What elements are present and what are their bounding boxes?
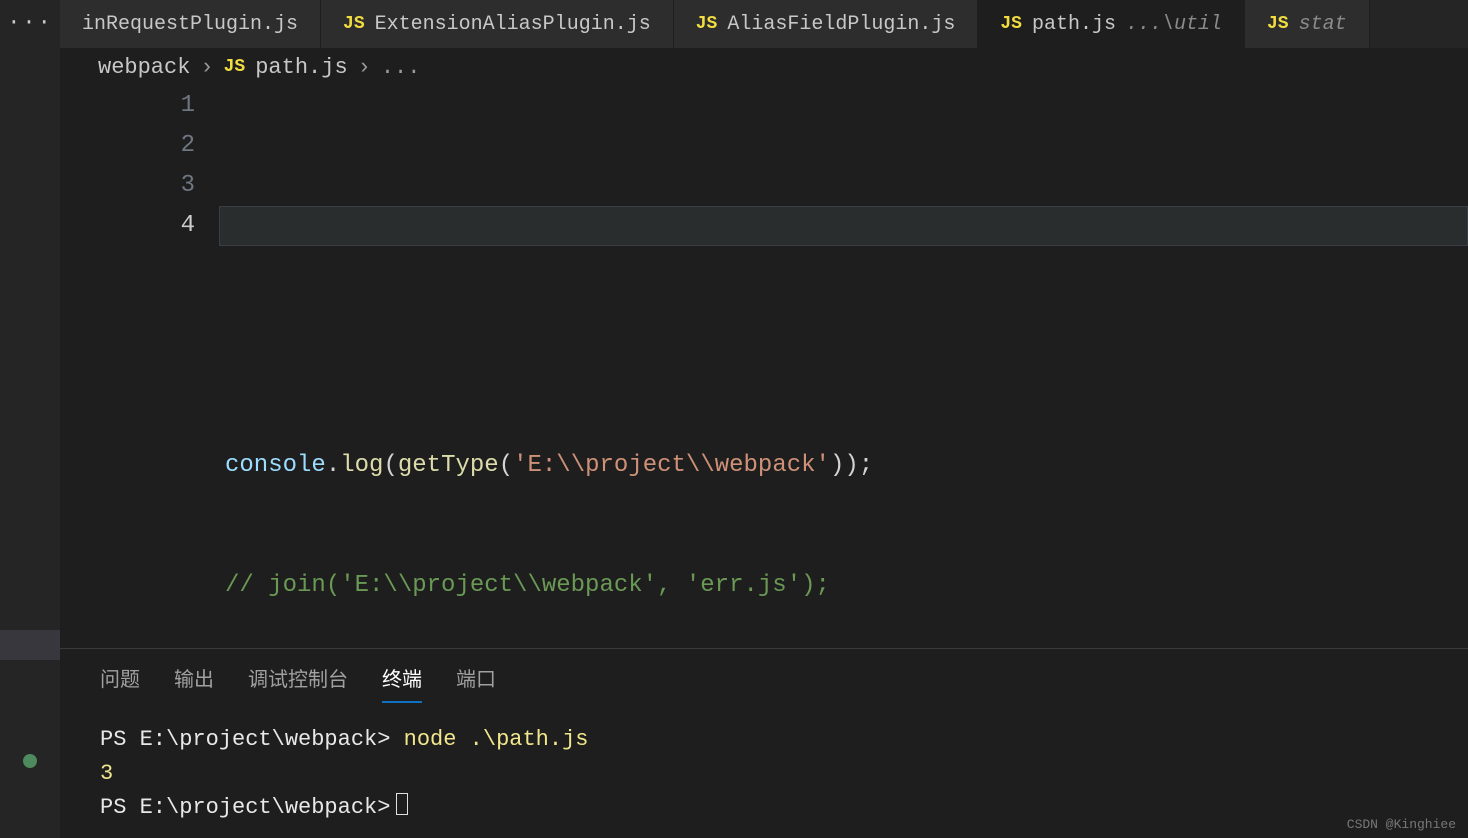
editor-tabs: inRequestPlugin.js JS ExtensionAliasPlug… [60, 0, 1468, 48]
panel-tab-problems[interactable]: 问题 [100, 663, 140, 703]
activity-tab-marker [0, 630, 60, 660]
main-area: inRequestPlugin.js JS ExtensionAliasPlug… [60, 0, 1468, 838]
chevron-right-icon: › [200, 55, 213, 80]
terminal-output: 3 [100, 757, 1428, 791]
running-dot-icon [23, 754, 37, 768]
breadcrumb-tail[interactable]: ... [381, 55, 421, 80]
tab-path-active[interactable]: JS path.js ...\util [978, 0, 1245, 48]
tab-inrequestplugin[interactable]: inRequestPlugin.js [60, 0, 321, 48]
panel-tab-output[interactable]: 输出 [174, 663, 214, 703]
js-icon: JS [224, 57, 246, 77]
more-icon[interactable]: ··· [0, 10, 60, 35]
activity-bar: ··· [0, 0, 60, 838]
run-indicator [0, 754, 60, 768]
watermark: CSDN @Kinghiee [1347, 817, 1456, 832]
code-line-2[interactable] [225, 326, 1468, 366]
code-line-3[interactable]: console.log(getType('E:\\project\\webpac… [225, 446, 1468, 486]
js-icon: JS [1267, 14, 1289, 34]
terminal[interactable]: PS E:\project\webpack> node .\path.js 3 … [60, 703, 1468, 838]
line-number: 3 [60, 166, 195, 206]
breadcrumb-root[interactable]: webpack [98, 55, 190, 80]
tab-aliasfieldplugin[interactable]: JS AliasFieldPlugin.js [674, 0, 979, 48]
current-line-highlight [219, 206, 1468, 246]
line-gutter: 1 2 3 4 [60, 86, 225, 648]
line-number: 1 [60, 86, 195, 126]
chevron-right-icon: › [358, 55, 371, 80]
code-editor[interactable]: 1 2 3 4 const { join, getType, normalize… [60, 86, 1468, 648]
js-icon: JS [343, 14, 365, 34]
tab-label: AliasFieldPlugin.js [727, 13, 955, 36]
code-line-4[interactable]: // join('E:\\project\\webpack', 'err.js'… [225, 566, 1468, 606]
tab-stat[interactable]: JS stat [1245, 0, 1370, 48]
tab-label: ExtensionAliasPlugin.js [375, 13, 651, 36]
breadcrumb[interactable]: webpack › JS path.js › ... [60, 48, 1468, 86]
tab-path-dir: ...\util [1126, 13, 1222, 36]
breadcrumb-file[interactable]: path.js [255, 55, 347, 80]
terminal-prompt[interactable]: PS E:\project\webpack> [100, 791, 1428, 825]
cursor-icon [396, 793, 408, 815]
tab-extensionaliasplugin[interactable]: JS ExtensionAliasPlugin.js [321, 0, 674, 48]
tab-label: inRequestPlugin.js [82, 13, 298, 36]
terminal-line: PS E:\project\webpack> node .\path.js [100, 723, 1428, 757]
js-icon: JS [696, 14, 718, 34]
js-icon: JS [1000, 14, 1022, 34]
code-area[interactable]: const { join, getType, normalize } = req… [225, 86, 1468, 648]
tab-label: path.js [1032, 13, 1116, 36]
line-number: 2 [60, 126, 195, 166]
line-number-current: 4 [60, 206, 195, 246]
tab-label: stat [1299, 13, 1347, 36]
